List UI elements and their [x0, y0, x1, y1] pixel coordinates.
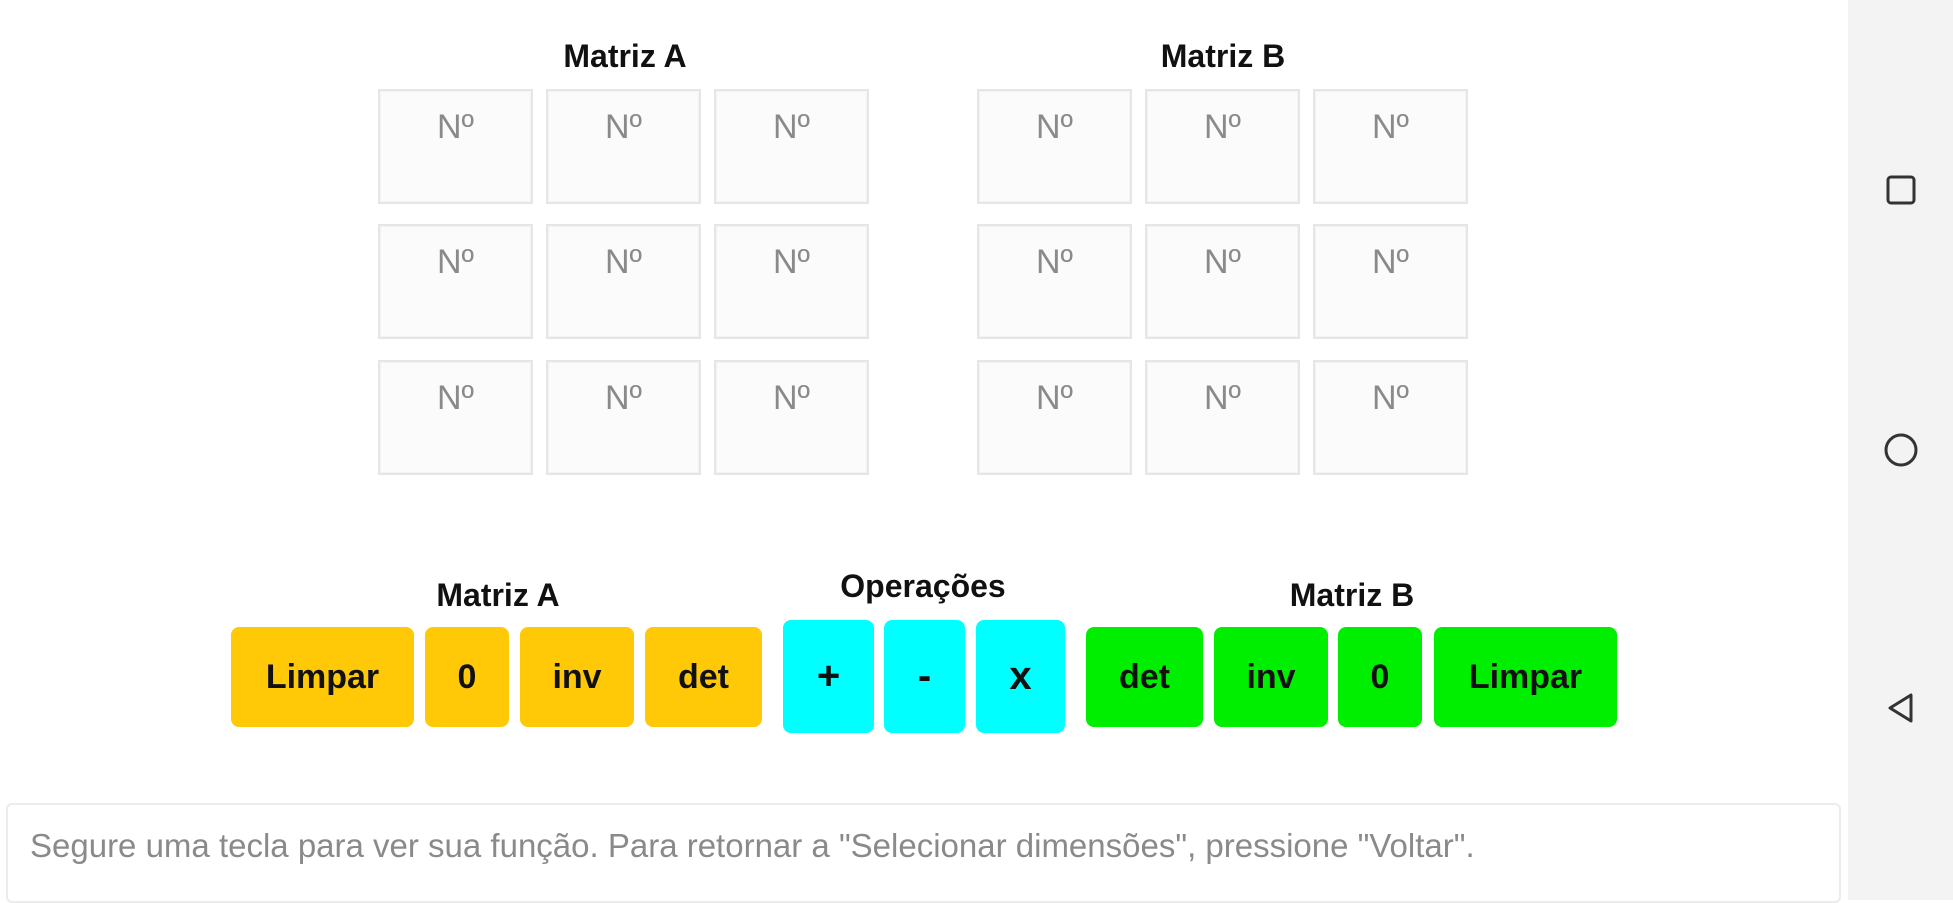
matrix-b-cell[interactable] — [1313, 89, 1468, 204]
matrix-a-cell[interactable] — [546, 360, 701, 475]
matrix-a-cell[interactable] — [714, 360, 869, 475]
matrix-a-cell-input[interactable] — [380, 362, 531, 473]
multiply-button[interactable]: x — [976, 620, 1065, 733]
matrix-b-cell[interactable] — [977, 89, 1132, 204]
matrix-a-cell-input[interactable] — [716, 91, 867, 202]
matrix-b-cell-input[interactable] — [1147, 91, 1298, 202]
matrix-b-zero-button[interactable]: 0 — [1338, 627, 1422, 727]
matrix-b-cell-input[interactable] — [1147, 226, 1298, 337]
matrix-a-clear-button[interactable]: Limpar — [231, 627, 414, 727]
home-button[interactable] — [1848, 390, 1953, 510]
matrix-a-cell-input[interactable] — [548, 226, 699, 337]
matrix-a-cell[interactable] — [546, 89, 701, 204]
hint-box: Segure uma tecla para ver sua função. Pa… — [6, 803, 1841, 903]
matrix-a-cell-input[interactable] — [380, 226, 531, 337]
recent-apps-icon — [1886, 175, 1915, 205]
matrix-b-cell[interactable] — [1313, 360, 1468, 475]
matrix-b-cell-input[interactable] — [1315, 362, 1466, 473]
keyboard-matrix-b-label: Matriz B — [1289, 577, 1415, 613]
matrix-a-cell-input[interactable] — [548, 362, 699, 473]
matrix-a-cell[interactable] — [378, 360, 533, 475]
matrix-a-cell-input[interactable] — [716, 226, 867, 337]
home-icon — [1884, 433, 1917, 467]
matrix-a-cell-input[interactable] — [716, 362, 867, 473]
matrix-b-cell[interactable] — [977, 360, 1132, 475]
matrix-b-determinant-button[interactable]: det — [1086, 627, 1203, 727]
matrix-b-cell-input[interactable] — [979, 362, 1130, 473]
matrix-a-inverse-button[interactable]: inv — [520, 627, 634, 727]
matrix-b-cell-input[interactable] — [1147, 362, 1298, 473]
matrix-b-cell[interactable] — [1313, 224, 1468, 339]
matrix-a-cell[interactable] — [546, 224, 701, 339]
keyboard-matrix-a-label: Matriz A — [436, 577, 560, 613]
matrix-a-cell-input[interactable] — [380, 91, 531, 202]
matrix-b-title: Matriz B — [1160, 38, 1286, 74]
matrix-a-cell[interactable] — [714, 89, 869, 204]
matrix-b-cell-input[interactable] — [1315, 226, 1466, 337]
add-button[interactable]: + — [783, 620, 874, 733]
matrix-a-cell-input[interactable] — [548, 91, 699, 202]
matrix-a-cell[interactable] — [378, 224, 533, 339]
matrix-b-cell[interactable] — [977, 224, 1132, 339]
matrix-b-cell-input[interactable] — [979, 91, 1130, 202]
matrix-a-title: Matriz A — [563, 38, 687, 74]
matrix-b-clear-button[interactable]: Limpar — [1434, 627, 1617, 727]
matrix-b-inverse-button[interactable]: inv — [1214, 627, 1328, 727]
matrix-a-determinant-button[interactable]: det — [645, 627, 762, 727]
matrix-b-cell-input[interactable] — [979, 226, 1130, 337]
matrix-a-zero-button[interactable]: 0 — [425, 627, 509, 727]
navigation-bar — [1848, 0, 1953, 900]
recent-apps-button[interactable] — [1848, 130, 1953, 250]
matrix-a-cell[interactable] — [378, 89, 533, 204]
back-icon — [1888, 693, 1912, 723]
subtract-button[interactable]: - — [884, 620, 965, 733]
matrix-b-cell[interactable] — [1145, 360, 1300, 475]
matrix-b-cell[interactable] — [1145, 224, 1300, 339]
matrix-b-cell[interactable] — [1145, 89, 1300, 204]
matrix-b-cell-input[interactable] — [1315, 91, 1466, 202]
hint-text: Segure uma tecla para ver sua função. Pa… — [30, 827, 1475, 864]
matrix-a-cell[interactable] — [714, 224, 869, 339]
keyboard-operations-label: Operações — [840, 568, 1006, 604]
back-button[interactable] — [1848, 648, 1953, 768]
